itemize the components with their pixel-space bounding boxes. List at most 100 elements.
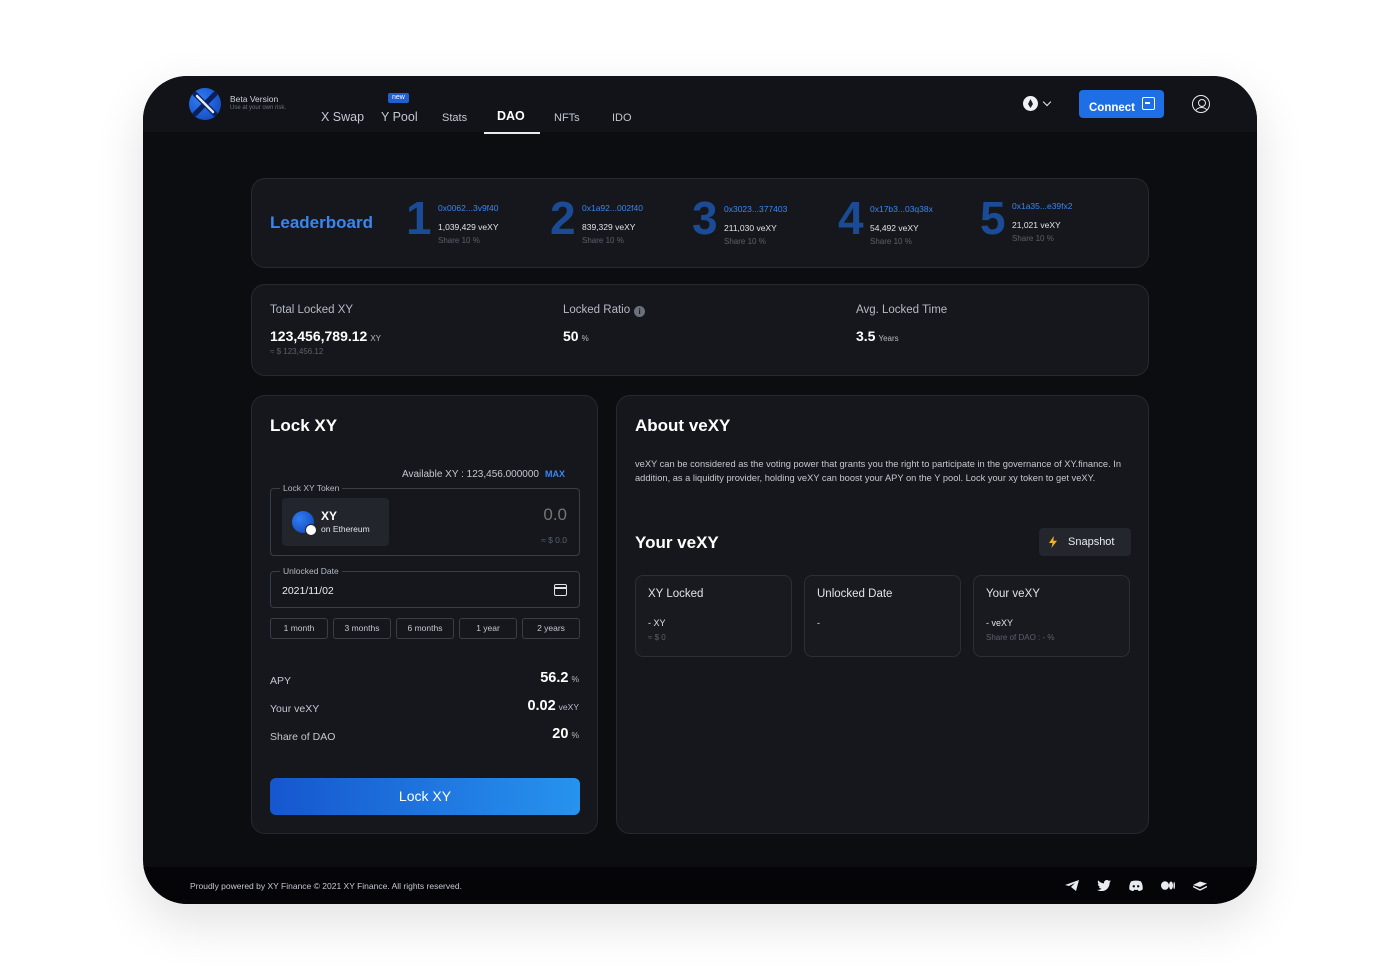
lightning-icon	[1049, 536, 1057, 548]
brand-title: Beta Version	[230, 94, 279, 104]
nav-dao[interactable]: DAO	[497, 109, 525, 123]
xy-logo-icon[interactable]	[189, 88, 221, 120]
new-badge: new	[388, 93, 409, 103]
discord-icon[interactable]	[1129, 880, 1143, 891]
rank-address[interactable]: 0x3023...377403	[724, 204, 787, 214]
nav-active-underline	[484, 132, 540, 134]
nav-stats[interactable]: Stats	[442, 112, 467, 124]
card-sub: Share of DAO : - %	[986, 633, 1055, 642]
token-fieldset: Lock XY Token XY on Ethereum ≈ $ 0.0	[270, 483, 580, 556]
footer: Proudly powered by XY Finance © 2021 XY …	[143, 867, 1257, 904]
stat-value: 123,456,789.12 XY	[270, 328, 381, 344]
about-title: About veXY	[635, 416, 731, 435]
nav-y-pool[interactable]: Y Pool	[381, 110, 418, 124]
token-name: XY	[321, 509, 338, 523]
telegram-icon[interactable]	[1065, 880, 1079, 891]
login-icon	[1142, 97, 1155, 110]
duration-3-months[interactable]: 3 months	[333, 618, 391, 639]
chevron-down-icon	[1042, 97, 1052, 107]
stat-value: 50%	[563, 328, 589, 344]
apy-label: APY	[270, 675, 292, 687]
max-button[interactable]: MAX	[545, 469, 565, 479]
rank-share: Share 10 %	[582, 236, 624, 245]
token-chain: on Ethereum	[321, 524, 370, 534]
rank-value: 1,039,429 veXY	[438, 222, 499, 232]
token-legend: Lock XY Token	[280, 483, 343, 493]
rank-number: 2	[550, 192, 576, 244]
about-vexy-panel: About veXY veXY can be considered as the…	[616, 395, 1149, 834]
snapshot-button[interactable]: Snapshot	[1039, 528, 1131, 556]
twitter-icon[interactable]	[1097, 880, 1111, 891]
rank-share: Share 10 %	[870, 237, 912, 246]
rank-value: 54,492 veXY	[870, 223, 919, 233]
medium-icon[interactable]	[1161, 880, 1175, 891]
snapshot-label: Snapshot	[1068, 536, 1115, 548]
nav-x-swap[interactable]: X Swap	[321, 110, 364, 124]
lock-title: Lock XY	[270, 416, 338, 435]
lock-xy-button[interactable]: Lock XY	[270, 778, 580, 815]
card-title: Your veXY	[986, 588, 1040, 600]
card-xy-locked: XY Locked - XY ≈ $ 0	[635, 575, 792, 657]
your-vexy-value: 0.02 veXY	[527, 698, 579, 714]
nav-ido[interactable]: IDO	[612, 112, 632, 124]
your-vexy-title: Your veXY	[635, 533, 719, 552]
duration-6-months[interactable]: 6 months	[396, 618, 454, 639]
footer-copyright: Proudly powered by XY Finance © 2021 XY …	[190, 881, 462, 891]
date-legend: Unlocked Date	[280, 566, 342, 576]
amount-input[interactable]	[467, 505, 567, 525]
about-description: veXY can be considered as the voting pow…	[635, 459, 1121, 483]
rank-number: 1	[406, 192, 432, 244]
rank-share: Share 10 %	[438, 236, 480, 245]
gitbook-icon[interactable]	[1193, 880, 1207, 891]
stat-value: 3.5 Years	[856, 328, 899, 344]
duration-1-month[interactable]: 1 month	[270, 618, 328, 639]
rank-address[interactable]: 0x1a92...002f40	[582, 203, 643, 213]
share-dao-value: 20%	[552, 726, 579, 742]
rank-address[interactable]: 0x1a35...e39fx2	[1012, 201, 1073, 211]
rank-address[interactable]: 0x0062...3v9f40	[438, 203, 499, 213]
stat-label: Locked Ratio i	[563, 304, 646, 317]
leaderboard-title: Leaderboard	[270, 213, 373, 232]
nav-nfts[interactable]: NFTs	[554, 112, 580, 124]
duration-2-years[interactable]: 2 years	[522, 618, 580, 639]
card-title: XY Locked	[648, 588, 704, 600]
network-icon	[1023, 96, 1038, 111]
card-title: Unlocked Date	[817, 588, 893, 600]
rank-number: 3	[692, 192, 718, 244]
rank-value: 21,021 veXY	[1012, 220, 1061, 230]
card-value: - veXY	[986, 618, 1014, 628]
lock-xy-panel: Lock XY Available XY : 123,456.000000 MAX…	[251, 395, 598, 834]
user-icon[interactable]	[1192, 95, 1210, 113]
app-window: Beta Version Use at your own risk. X Swa…	[143, 76, 1257, 904]
calendar-icon[interactable]	[554, 584, 567, 596]
network-selector[interactable]	[1023, 96, 1055, 112]
apy-value: 56.2%	[540, 670, 579, 686]
stat-usd: ≈ $ 123,456.12	[270, 347, 324, 356]
available-balance: Available XY : 123,456.000000 MAX	[402, 469, 565, 480]
date-fieldset[interactable]: Unlocked Date 2021/11/02	[270, 566, 580, 608]
rank-address[interactable]: 0x17b3...03q38x	[870, 204, 933, 214]
info-icon[interactable]: i	[634, 306, 646, 317]
leaderboard-panel: Leaderboard 1 0x0062...3v9f40 1,039,429 …	[251, 178, 1149, 268]
token-selector[interactable]: XY on Ethereum	[282, 498, 389, 546]
amount-usd: ≈ $ 0.0	[541, 535, 567, 545]
unlock-date-value[interactable]: 2021/11/02	[282, 585, 334, 597]
connect-button[interactable]: Connect	[1079, 90, 1164, 118]
top-header: Beta Version Use at your own risk. X Swa…	[143, 76, 1257, 134]
share-dao-label: Share of DAO	[270, 731, 336, 743]
stat-label: Avg. Locked Time	[856, 304, 948, 316]
duration-1-year[interactable]: 1 year	[459, 618, 517, 639]
stats-panel: Total Locked XY 123,456,789.12 XY ≈ $ 123…	[251, 284, 1149, 376]
card-your-vexy: Your veXY - veXY Share of DAO : - %	[973, 575, 1130, 657]
rank-number: 4	[838, 192, 864, 244]
rank-number: 5	[980, 192, 1006, 244]
card-unlocked-date: Unlocked Date -	[804, 575, 961, 657]
brand-subtitle: Use at your own risk.	[230, 105, 287, 111]
rank-share: Share 10 %	[724, 237, 766, 246]
card-value: -	[817, 618, 820, 628]
stat-label: Total Locked XY	[270, 304, 354, 316]
xy-token-icon	[292, 511, 317, 536]
rank-share: Share 10 %	[1012, 234, 1054, 243]
rank-value: 211,030 veXY	[724, 223, 777, 233]
card-value: - XY	[648, 618, 666, 628]
